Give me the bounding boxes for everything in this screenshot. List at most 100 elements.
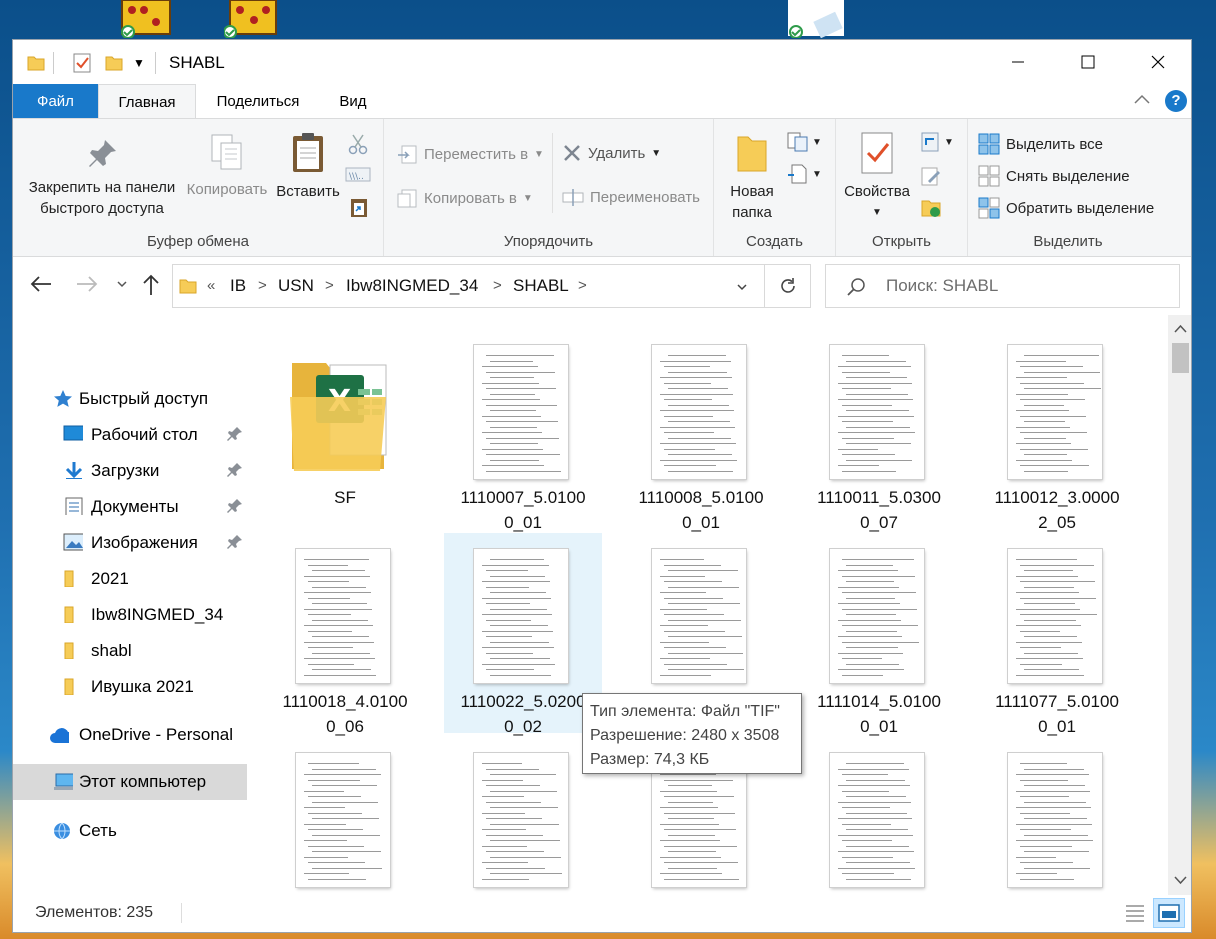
create-group: Новая папка ▼ ▼ Создать (714, 119, 836, 256)
minimize-button[interactable] (983, 40, 1053, 84)
file-item[interactable]: 1110022_5.0200 0_02 (444, 533, 602, 736)
file-item[interactable]: 1110018_4.0100 0_06 (266, 533, 424, 736)
properties-icon[interactable] (73, 52, 91, 74)
breadcrumb-chevron-icon[interactable]: > (325, 265, 334, 307)
nav-item-ivushka[interactable]: Ивушка 2021 (13, 669, 247, 703)
new-folder-button[interactable]: Новая папка (722, 133, 782, 223)
scrollbar-thumb[interactable] (1172, 343, 1189, 373)
nav-this-pc[interactable]: Этот компьютер (13, 764, 247, 800)
address-history-chevron-icon[interactable] (735, 280, 749, 294)
breadcrumb-usn[interactable]: USN (278, 265, 314, 307)
clipboard-icon (293, 133, 323, 172)
customize-toolbar-icon[interactable]: ▼ (133, 52, 145, 74)
back-button[interactable] (29, 274, 53, 299)
new-folder-icon[interactable] (105, 52, 123, 74)
pin-icon[interactable] (227, 462, 243, 478)
forward-button[interactable] (75, 274, 99, 299)
nav-item-shabl[interactable]: shabl (13, 633, 247, 667)
properties-button[interactable]: Свойства ▼ (842, 131, 912, 223)
pin-icon[interactable] (227, 498, 243, 514)
breadcrumb-shabl[interactable]: SHABL (513, 265, 569, 307)
desktop-abacus-icon[interactable] (118, 0, 171, 39)
file-item[interactable]: 1111077_5.0100 0_01 (978, 533, 1136, 736)
easy-access-button[interactable]: ▼ (786, 163, 822, 185)
history-button[interactable] (920, 197, 942, 223)
nav-network[interactable]: Сеть (13, 813, 247, 847)
scroll-up-icon[interactable] (1174, 324, 1187, 334)
copy-button[interactable]: Копировать (181, 133, 273, 200)
file-item[interactable]: 1150001_5.0200 (800, 737, 958, 895)
breadcrumb-overflow[interactable]: « (207, 265, 215, 307)
document-thumbnail (474, 753, 568, 887)
select-all-button[interactable]: Выделить все (978, 133, 1103, 155)
nav-item-ibw8ingmed[interactable]: Ibw8INGMED_34 (13, 597, 247, 631)
breadcrumb-chevron-icon[interactable]: > (258, 265, 267, 307)
refresh-button[interactable] (765, 264, 811, 308)
desktop-document-icon[interactable] (786, 0, 844, 39)
invert-selection-icon (978, 197, 1000, 219)
search-box[interactable]: Поиск: SHABL (825, 264, 1180, 308)
paste-button[interactable]: Вставить (273, 131, 343, 202)
breadcrumb-ib[interactable]: IB (230, 265, 246, 307)
file-item[interactable]: 1110011_5.0300 0_07 (800, 329, 958, 532)
file-item[interactable]: 1110008_5.0100 0_01 (622, 329, 780, 532)
tab-share[interactable]: Поделиться (203, 84, 313, 119)
pin-icon[interactable] (227, 426, 243, 442)
pin-quick-access-button[interactable]: Закрепить на панели быстрого доступа (21, 137, 183, 219)
invert-selection-button[interactable]: Обратить выделение (978, 197, 1154, 219)
svg-text:\\\..: \\\.. (349, 172, 364, 182)
large-icons-view-button[interactable] (1153, 898, 1185, 928)
open-button[interactable]: ▼ (920, 131, 954, 153)
move-to-button[interactable]: Переместить в ▼ (396, 143, 544, 165)
file-item[interactable]: 1110007_5.0100 0_01 (444, 329, 602, 532)
tab-view[interactable]: Вид (323, 84, 383, 119)
breadcrumb-chevron-icon[interactable]: > (493, 265, 502, 307)
nav-quick-access[interactable]: Быстрый доступ (13, 381, 247, 415)
file-item[interactable]: 1150002_5.0200 (978, 737, 1136, 895)
recent-locations-button[interactable] (115, 277, 129, 296)
select-none-button[interactable]: Снять выделение (978, 165, 1130, 187)
edit-button[interactable] (920, 165, 942, 191)
scroll-down-icon[interactable] (1174, 875, 1187, 885)
nav-item-2021[interactable]: 2021 (13, 561, 247, 595)
nav-item-pictures[interactable]: Изображения (13, 525, 247, 559)
tab-file[interactable]: Файл (13, 84, 98, 119)
copy-path-button[interactable]: \\\.. (345, 165, 371, 189)
file-item[interactable]: 1112021_5.0200 (444, 737, 602, 895)
breadcrumb-chevron-icon[interactable]: > (578, 265, 587, 307)
document-thumbnail (830, 753, 924, 887)
rename-button[interactable]: Переименовать (562, 187, 700, 207)
desktop-abacus-icon[interactable] (223, 0, 277, 39)
details-view-button[interactable] (1123, 901, 1147, 930)
select-group: Выделить все Снять выделение Обратить вы… (968, 119, 1168, 256)
up-button[interactable] (141, 273, 161, 302)
collapse-ribbon-icon[interactable] (1133, 92, 1151, 111)
large-icons-view-icon (1158, 904, 1180, 922)
nav-item-desktop[interactable]: Рабочий стол (13, 417, 247, 451)
vertical-scrollbar[interactable] (1168, 315, 1191, 895)
address-bar[interactable]: « IB > USN > Ibw8INGMED_34 > SHABL > (172, 264, 765, 308)
nav-onedrive[interactable]: OneDrive - Personal (13, 717, 247, 751)
breadcrumb-ibw8ingmed[interactable]: Ibw8INGMED_34 (346, 265, 478, 307)
star-icon (54, 390, 72, 407)
help-icon[interactable]: ? (1165, 90, 1187, 112)
document-thumbnail (1008, 753, 1102, 887)
delete-button[interactable]: Удалить ▼ (562, 143, 661, 163)
nav-item-documents[interactable]: Документы (13, 489, 247, 523)
pin-icon[interactable] (227, 534, 243, 550)
file-item[interactable]: 1112021_5.0100 (266, 737, 424, 895)
cut-button[interactable] (347, 133, 369, 159)
file-item[interactable]: 1110012_3.0000 2_05 (978, 329, 1136, 532)
close-button[interactable] (1123, 40, 1191, 84)
copy-to-button[interactable]: Копировать в ▼ (396, 187, 533, 209)
maximize-button[interactable] (1053, 40, 1123, 84)
folder-item[interactable]: X SF (266, 329, 424, 529)
file-item[interactable]: 1111014_5.0100 0_01 (800, 533, 958, 736)
paste-shortcut-button[interactable] (349, 197, 369, 223)
nav-item-downloads[interactable]: Загрузки (13, 453, 247, 487)
new-item-button[interactable]: ▼ (786, 131, 822, 153)
minimize-icon (1012, 61, 1024, 63)
details-view-icon (1126, 905, 1144, 922)
history-icon (921, 200, 941, 217)
tab-home[interactable]: Главная (98, 84, 196, 119)
